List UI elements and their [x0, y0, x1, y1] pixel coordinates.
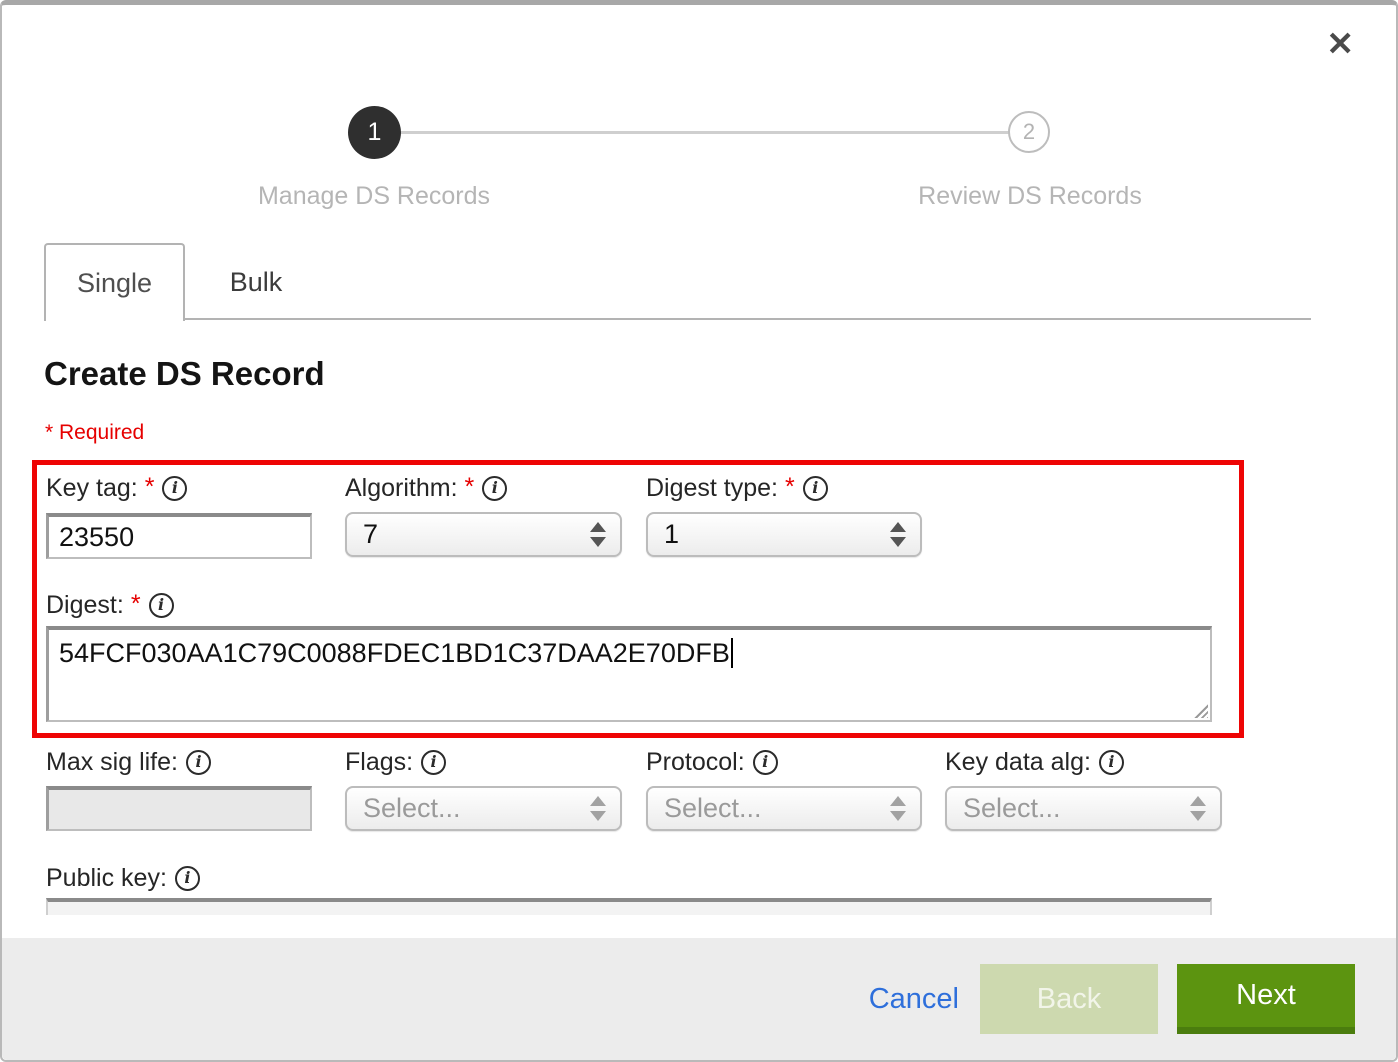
step-2-label: Review DS Records [830, 182, 1230, 211]
required-asterisk: * [145, 473, 155, 502]
digest-type-info-icon[interactable]: i [803, 476, 828, 501]
protocol-info-icon[interactable]: i [753, 750, 778, 775]
tab-single[interactable]: Single [44, 243, 185, 321]
flags-label: Flags: i [345, 747, 446, 777]
select-spinner-icon [890, 796, 906, 821]
digest-value: 54FCF030AA1C79C0088FDEC1BD1C37DAA2E70DFB [59, 638, 730, 668]
back-button[interactable]: Back [980, 964, 1158, 1034]
select-spinner-icon [1190, 796, 1206, 821]
algorithm-select-value: 7 [363, 519, 378, 550]
text-cursor [731, 638, 733, 668]
flags-label-text: Flags: [345, 748, 413, 777]
public-key-label: Public key: i [46, 863, 200, 893]
protocol-label-text: Protocol: [646, 748, 745, 777]
key-data-alg-select-value: Select... [963, 793, 1061, 824]
algorithm-label-text: Algorithm: [345, 474, 458, 503]
max-sig-life-info-icon[interactable]: i [186, 750, 211, 775]
step-2-circle: 2 [1008, 111, 1050, 153]
digest-textarea[interactable]: 54FCF030AA1C79C0088FDEC1BD1C37DAA2E70DFB [46, 626, 1212, 722]
select-spinner-icon [890, 522, 906, 547]
public-key-textarea[interactable] [46, 898, 1212, 915]
digest-label-text: Digest: [46, 591, 124, 620]
cancel-link[interactable]: Cancel [869, 983, 959, 1016]
key-tag-input[interactable] [46, 513, 312, 559]
algorithm-label: Algorithm: * i [345, 473, 507, 503]
protocol-label: Protocol: i [646, 747, 778, 777]
max-sig-life-label-text: Max sig life: [46, 748, 178, 777]
next-button[interactable]: Next [1177, 964, 1355, 1034]
digest-type-select[interactable]: 1 [646, 512, 922, 557]
flags-select-value: Select... [363, 793, 461, 824]
max-sig-life-label: Max sig life: i [46, 747, 211, 777]
digest-type-select-value: 1 [664, 519, 679, 550]
close-icon[interactable]: ✕ [1326, 27, 1354, 60]
public-key-info-icon[interactable]: i [175, 866, 200, 891]
digest-info-icon[interactable]: i [149, 593, 174, 618]
tab-bulk[interactable]: Bulk [186, 243, 326, 321]
resize-handle-icon[interactable] [1193, 703, 1208, 718]
algorithm-select[interactable]: 7 [345, 512, 622, 557]
create-ds-record-dialog: ✕ 1 2 Manage DS Records Review DS Record… [0, 0, 1398, 1062]
protocol-select-value: Select... [664, 793, 762, 824]
max-sig-life-input[interactable] [46, 786, 312, 831]
key-tag-label-text: Key tag: [46, 474, 138, 503]
key-data-alg-label: Key data alg: i [945, 747, 1124, 777]
dialog-footer: Cancel Back Next [2, 938, 1396, 1060]
required-asterisk: * [131, 590, 141, 619]
key-data-alg-label-text: Key data alg: [945, 748, 1091, 777]
key-data-alg-select[interactable]: Select... [945, 786, 1222, 831]
protocol-select[interactable]: Select... [646, 786, 922, 831]
select-spinner-icon [590, 796, 606, 821]
key-data-alg-info-icon[interactable]: i [1099, 750, 1124, 775]
digest-type-label: Digest type: * i [646, 473, 828, 503]
key-tag-info-icon[interactable]: i [162, 476, 187, 501]
required-note: * Required [45, 421, 144, 445]
required-asterisk: * [785, 473, 795, 502]
digest-type-label-text: Digest type: [646, 474, 778, 503]
step-1-label: Manage DS Records [174, 182, 574, 211]
page-title: Create DS Record [44, 355, 325, 393]
public-key-label-text: Public key: [46, 864, 167, 893]
step-1-circle: 1 [348, 106, 401, 159]
flags-select[interactable]: Select... [345, 786, 622, 831]
select-spinner-icon [590, 522, 606, 547]
stepper-connector [374, 131, 1030, 134]
digest-label: Digest: * i [46, 590, 174, 620]
flags-info-icon[interactable]: i [421, 750, 446, 775]
key-tag-label: Key tag: * i [46, 473, 187, 503]
required-asterisk: * [465, 473, 475, 502]
algorithm-info-icon[interactable]: i [482, 476, 507, 501]
